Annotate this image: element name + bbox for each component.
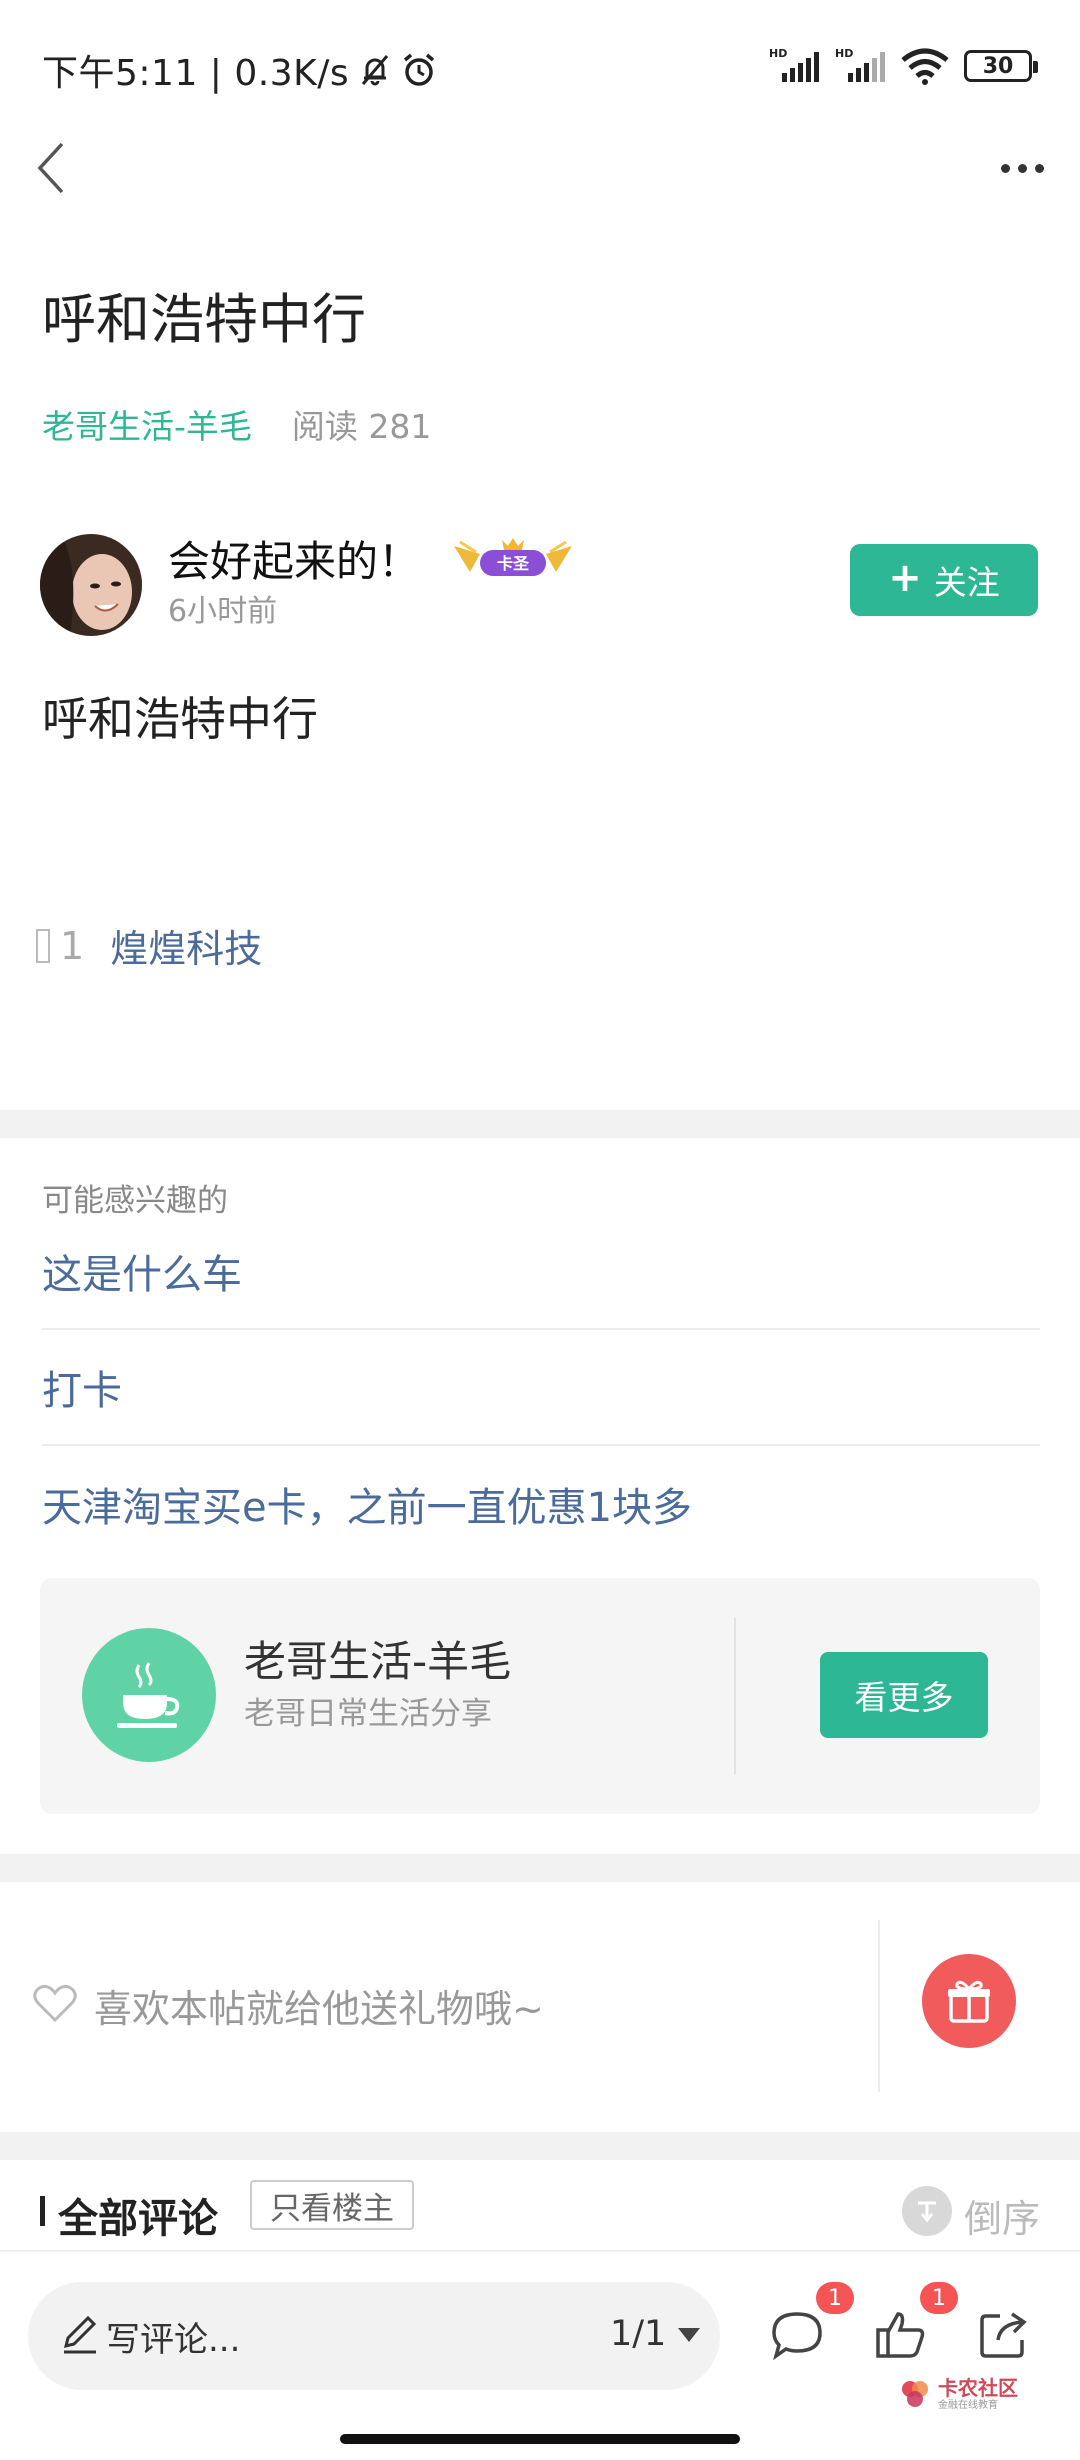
signal-hd-label-2: HD <box>835 47 853 60</box>
comment-input-placeholder: 写评论... <box>106 2320 241 2360</box>
back-button[interactable] <box>20 128 80 208</box>
comments-title: 全部评论 <box>58 2196 218 2242</box>
author-rank-badge: 卡圣 <box>450 536 576 580</box>
post-circle-link[interactable]: 老哥生活-羊毛 <box>42 400 252 448</box>
thumbs-up-icon <box>876 2312 925 2358</box>
more-button[interactable] <box>992 138 1052 198</box>
signal-icon: HD <box>769 47 819 82</box>
more-dots-icon <box>1000 163 1010 173</box>
watermark-logo: 卡农社区 金融在线教育 <box>898 2372 1038 2416</box>
author-name[interactable]: 会好起来的！ <box>168 528 420 589</box>
follow-label: 关注 <box>933 563 1000 602</box>
sort-icon[interactable] <box>902 2186 952 2236</box>
signal-hd-label: HD <box>769 47 787 60</box>
section-divider <box>0 2132 1080 2160</box>
alarm-icon <box>403 53 435 86</box>
post-meta: 老哥生活-羊毛 阅读 281 <box>42 400 431 448</box>
avatar[interactable] <box>40 534 142 636</box>
watermark-icon <box>902 2381 928 2407</box>
post-time: 6小时前 <box>168 594 278 629</box>
section-divider <box>0 1110 1080 1138</box>
home-indicator[interactable] <box>340 2434 740 2444</box>
wifi-icon <box>901 48 949 85</box>
circle-card-divider <box>734 1618 736 1774</box>
post-read-count: 阅读 281 <box>291 407 432 446</box>
related-item[interactable]: 打卡 <box>42 1330 1040 1446</box>
plus-icon: + <box>888 555 922 601</box>
comments-title-marker <box>40 2196 45 2226</box>
post-title: 呼和浩特中行 <box>42 288 366 351</box>
follow-button[interactable]: + 关注 <box>850 544 1038 616</box>
status-time-row: 下午5:11 | 0.3K/s <box>42 44 439 96</box>
sort-order-button[interactable]: 倒序 <box>964 2188 1040 2243</box>
share-button[interactable] <box>968 2300 1038 2370</box>
comments-header: 全部评论 只看楼主 倒序 <box>0 2170 1080 2250</box>
more-dot-2 <box>1017 163 1027 173</box>
poll-tag-link[interactable]: 煌煌科技 <box>110 918 262 973</box>
like-button[interactable]: 1 <box>866 2282 958 2370</box>
back-arrow-icon <box>37 142 64 194</box>
post-body: 呼和浩特中行 <box>42 692 318 746</box>
comment-input[interactable]: 写评论... 1/1 <box>28 2282 720 2390</box>
gift-icon <box>948 1980 990 2023</box>
owner-only-button[interactable]: 只看楼主 <box>250 2180 414 2230</box>
circle-description: 老哥日常生活分享 <box>244 1696 492 1732</box>
share-icon <box>980 2312 1027 2358</box>
like-count-badge: 1 <box>920 2282 958 2314</box>
battery-icon: 30 <box>964 50 1038 82</box>
bell-off-icon <box>361 55 389 86</box>
comment-count-badge: 1 <box>816 2282 854 2314</box>
poll-row[interactable]: 1 煌煌科技 <box>36 918 262 973</box>
circle-card[interactable]: 老哥生活-羊毛 老哥日常生活分享 看更多 <box>40 1578 1040 1814</box>
circle-name: 老哥生活-羊毛 <box>244 1637 512 1686</box>
comment-icon <box>772 2312 822 2361</box>
watermark-sub: 金融在线教育 <box>938 2399 998 2411</box>
more-dot-3 <box>1034 163 1044 173</box>
status-bar: 下午5:11 | 0.3K/s HD HD 30 <box>0 0 1080 136</box>
related-item[interactable]: 天津淘宝买e卡，之前一直优惠1块多 <box>42 1446 1040 1562</box>
gift-divider <box>878 1920 880 2092</box>
heart-icon[interactable] <box>32 1982 78 2024</box>
bottom-bar-divider <box>0 2250 1080 2252</box>
signal-icon-2: HD <box>835 47 885 82</box>
chevron-down-icon[interactable] <box>678 2328 700 2342</box>
related-item[interactable]: 这是什么车 <box>42 1214 1040 1330</box>
pencil-icon <box>63 2315 97 2354</box>
status-icons: HD HD 30 <box>768 44 1038 88</box>
see-more-button[interactable]: 看更多 <box>820 1652 988 1738</box>
gift-prompt: 喜欢本帖就给他送礼物哦~ <box>94 1987 544 2031</box>
poll-checkbox-icon[interactable] <box>36 928 50 963</box>
poll-count: 1 <box>60 923 85 968</box>
gift-button[interactable] <box>922 1954 1016 2048</box>
section-divider <box>0 1854 1080 1882</box>
avatar-image <box>40 534 142 636</box>
author-badge-text: 卡圣 <box>497 554 530 573</box>
watermark-name: 卡农社区 <box>938 2375 1018 2400</box>
battery-level: 30 <box>982 53 1014 79</box>
watermark-texts: 卡农社区 金融在线教育 <box>938 2378 1018 2411</box>
page-indicator[interactable]: 1/1 <box>610 2314 666 2354</box>
comment-button[interactable]: 1 <box>762 2282 854 2370</box>
status-time: 下午5:11 | 0.3K/s <box>42 53 350 94</box>
cup-icon <box>82 1628 216 1762</box>
